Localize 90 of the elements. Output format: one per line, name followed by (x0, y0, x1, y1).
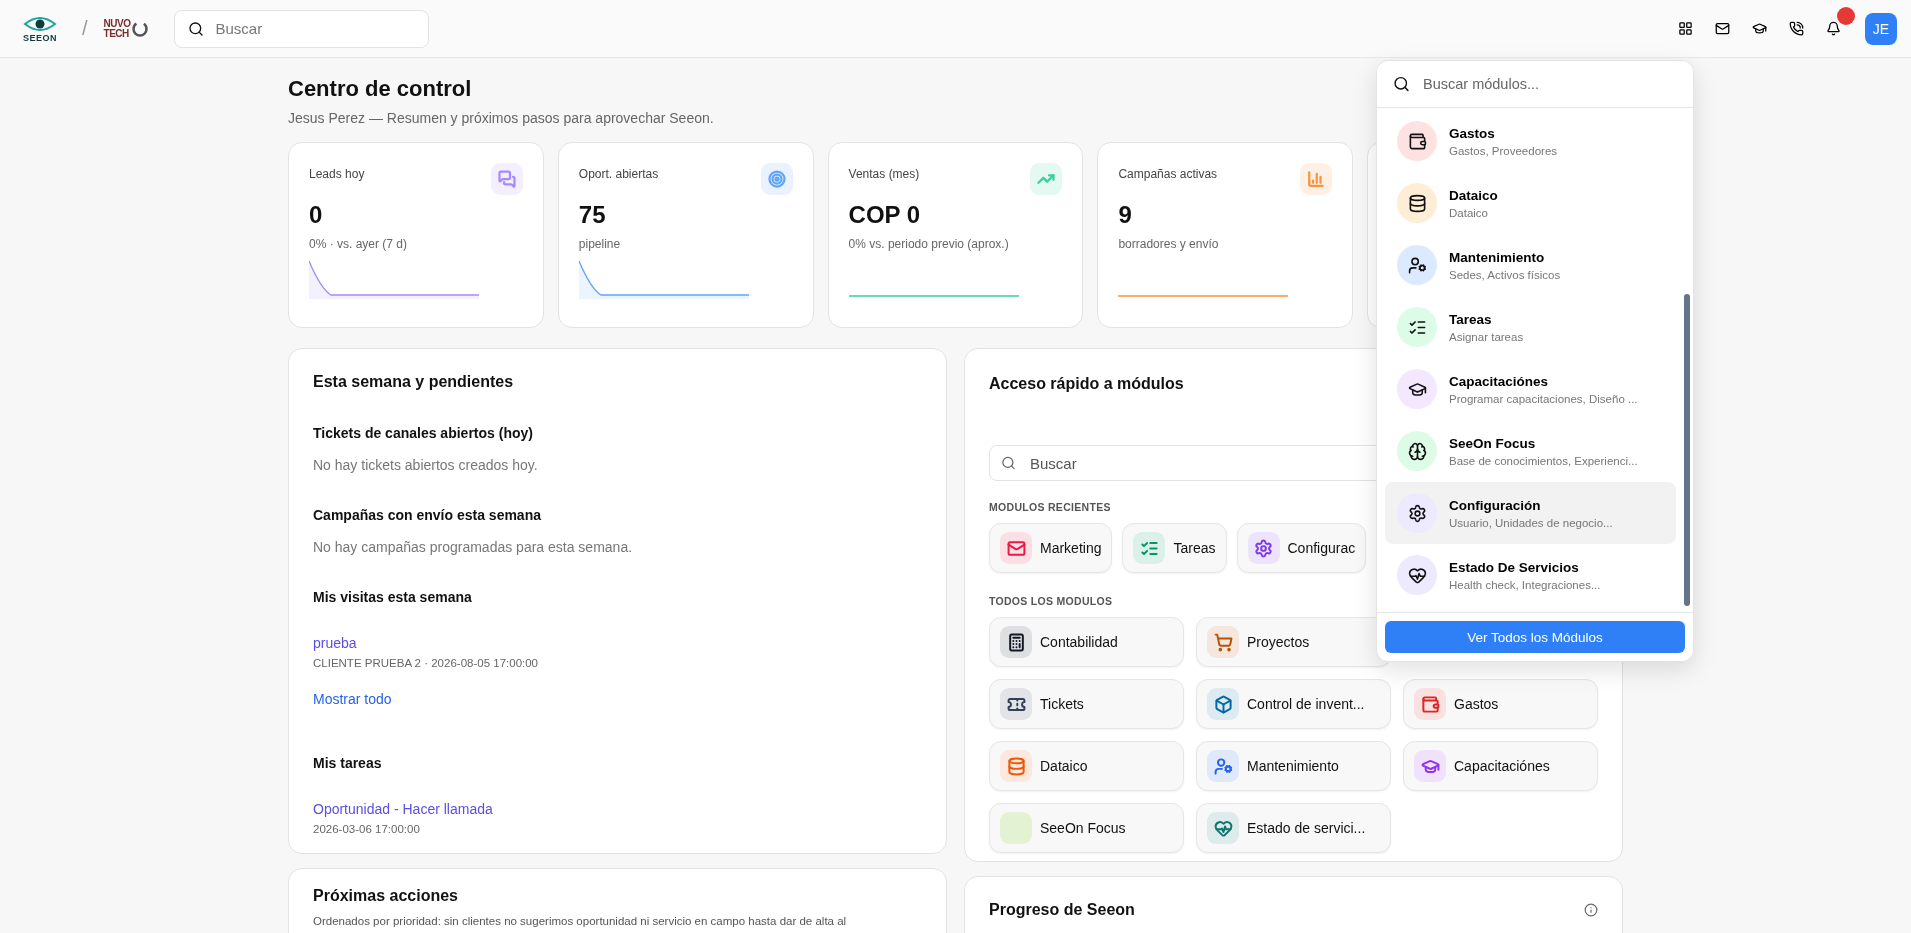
item-link[interactable]: prueba (313, 635, 357, 651)
item-meta: 2026-03-06 17:00:00 (313, 823, 420, 835)
module-tile[interactable]: SeeOn Focus (989, 803, 1184, 853)
logo-text: SEEON (23, 34, 57, 43)
module-tile[interactable]: Estado de servici... (1196, 803, 1391, 853)
stat-label: Campañas activas (1118, 167, 1218, 181)
module-tile[interactable]: Contabilidad (989, 617, 1184, 667)
module-title: Mantenimiento (1449, 249, 1546, 265)
module-menu-item[interactable]: Capacitaciónes Programar capacitaciones, Diseño ... (1385, 358, 1676, 420)
module-tile[interactable]: Mantenimiento (1196, 741, 1391, 791)
stat-label: Oport. abiertas (578, 167, 659, 181)
module-tile[interactable]: Gastos (1403, 679, 1598, 729)
graduation-cap-button[interactable] (1752, 21, 1767, 36)
module-description: Health check, Integraciones... (1449, 578, 1601, 591)
stat-value: 75 (578, 201, 606, 229)
module-description: Dataico (1449, 206, 1489, 219)
stat-note: 0% vs. periodo previo (aprox.) (848, 237, 1009, 251)
stat-note: borradores y envío (1118, 237, 1219, 251)
module-title: Estado De Servicios (1449, 559, 1580, 575)
module-description: Gastos, Proveedores (1449, 144, 1558, 157)
module-tile[interactable]: Dataico (989, 741, 1184, 791)
module-title: Capacitaciónes (1449, 373, 1550, 389)
card-title: Progreso de Seeon (989, 901, 1135, 919)
view-all-modules-button[interactable]: Ver Todos los Módulos (1385, 621, 1685, 653)
stat-label: Leads hoy (309, 167, 365, 181)
section-label: TODOS LOS MODULOS (989, 595, 1113, 607)
breadcrumb-separator: / (82, 17, 88, 40)
section-label: MODULOS RECIENTES (989, 501, 1111, 513)
search-icon (1001, 455, 1016, 471)
section-title: Mis tareas (313, 755, 382, 771)
database-icon (1407, 193, 1427, 213)
module-menu-item[interactable]: Gastos Gastos, Proveedores (1385, 110, 1676, 172)
module-tile[interactable]: Capacitaciónes (1403, 741, 1598, 791)
user-gear-icon (1407, 255, 1427, 275)
stat-value: 9 (1118, 201, 1132, 229)
scrollbar-thumb[interactable] (1684, 293, 1690, 606)
module-title: Gastos (1449, 125, 1496, 141)
wallet-icon (1407, 131, 1427, 151)
search-field[interactable]: Buscar (174, 9, 430, 48)
partner-logo-text: NUVO TECH (103, 18, 131, 39)
card-title: Próximas acciones (313, 887, 458, 905)
phone-button[interactable] (1789, 21, 1804, 36)
module-menu-item[interactable]: Dataico Dataico (1385, 172, 1676, 234)
card-description: Ordenados por prioridad: sin clientes no sugerimos oportunidad ni servicio en campo hasta dar de alta al (313, 915, 847, 927)
stat-note: pipeline (578, 237, 621, 251)
section-title: Mis visitas esta semana (313, 589, 472, 605)
module-search-field[interactable]: Buscar módulos... (1377, 61, 1693, 107)
page-title: Centro de control (288, 76, 472, 102)
module-description: Asignar tareas (1449, 330, 1524, 343)
notification-bell-button[interactable] (1826, 21, 1841, 36)
settings-icon (1407, 503, 1427, 523)
module-title: Dataico (1449, 187, 1498, 203)
info-icon (1584, 903, 1598, 917)
module-menu-item[interactable]: Tareas Asignar tareas (1385, 296, 1676, 358)
module-tile[interactable]: Configurac (1236, 523, 1367, 573)
stat-value: COP 0 (848, 201, 921, 229)
module-title: Configuración (1449, 497, 1542, 513)
search-icon (188, 20, 205, 37)
stat-note: 0% · vs. ayer (7 d) (309, 237, 408, 251)
item-meta: CLIENTE PRUEBA 2 · 2026-08-05 17:00:00 (313, 657, 538, 669)
module-menu-item[interactable]: Estado De Servicios Health check, Integraciones... (1385, 544, 1676, 606)
show-all-link[interactable]: Mostrar todo (313, 691, 392, 707)
page-subtitle: Jesus Perez — Resumen y próximos pasos para aprovechar Seeon. (288, 110, 714, 126)
item-link[interactable]: Oportunidad - Hacer llamada (313, 801, 493, 817)
eye-logo-icon (23, 14, 57, 34)
apps-grid-button[interactable] (1678, 21, 1693, 36)
module-menu-item[interactable]: Mantenimiento Sedes, Activos físicos (1385, 234, 1676, 296)
stat-value: 0 (309, 201, 323, 229)
module-tile[interactable]: Tareas (1122, 523, 1227, 573)
module-tile[interactable]: Control de invent... (1196, 679, 1391, 729)
card-title: Acceso rápido a módulos (989, 375, 1184, 393)
module-description: Programar capacitaciones, Diseño ... (1449, 392, 1638, 405)
module-title: Tareas (1449, 311, 1493, 327)
empty-message: No hay campañas programadas para esta semana. (313, 539, 633, 555)
swirl-logo-icon (132, 20, 149, 37)
section-title: Tickets de canales abiertos (hoy) (313, 425, 533, 441)
module-description: Sedes, Activos físicos (1449, 268, 1561, 281)
module-tile[interactable]: Tickets (989, 679, 1184, 729)
section-title: Campañas con envío esta semana (313, 507, 541, 523)
brain-icon (1407, 441, 1427, 461)
mail-button[interactable] (1715, 21, 1730, 36)
module-tile[interactable]: Marketing (989, 523, 1113, 573)
user-avatar[interactable]: JE (1865, 12, 1897, 45)
search-icon (1393, 75, 1410, 93)
heart-pulse-icon (1407, 565, 1427, 585)
stat-label: Ventas (mes) (848, 167, 920, 181)
module-description: Usuario, Unidades de negocio... (1449, 516, 1613, 529)
card-title: Esta semana y pendientes (313, 373, 514, 391)
module-menu-item[interactable]: Configuración Usuario, Unidades de negocio... (1385, 482, 1676, 544)
empty-message: No hay tickets abiertos creados hoy. (313, 457, 538, 473)
